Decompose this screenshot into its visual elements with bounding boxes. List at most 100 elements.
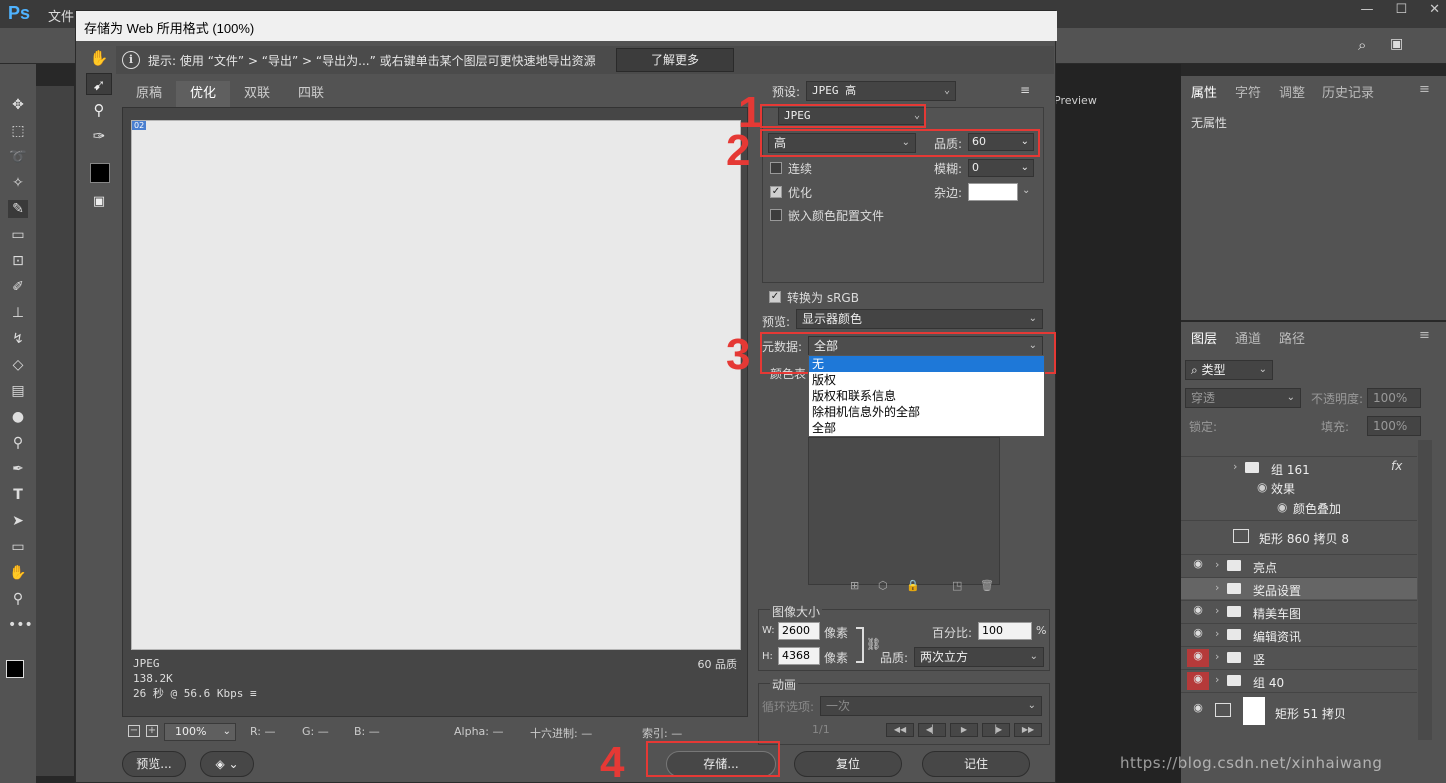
embed-profile-checkbox[interactable]	[770, 209, 782, 221]
loop-select[interactable]: 一次 ⌄	[820, 696, 1042, 716]
layer-effects-row[interactable]: ◉ 效果	[1181, 478, 1417, 498]
slice-select-icon[interactable]: ➹	[86, 73, 112, 95]
eye-icon[interactable]: ◉	[1187, 672, 1209, 690]
menu-file[interactable]: 文件	[48, 6, 74, 25]
layers-scrollbar[interactable]	[1418, 440, 1432, 740]
eye-icon[interactable]: ◉	[1187, 626, 1209, 644]
preset-menu-icon[interactable]: ≡	[1020, 83, 1030, 97]
learn-more-button[interactable]: 了解更多	[616, 48, 734, 72]
percent-input[interactable]: 100	[978, 622, 1032, 640]
chevron-right-icon[interactable]: ›	[1215, 558, 1219, 571]
eye-icon[interactable]: ◉	[1187, 557, 1209, 575]
metadata-option-copyright-contact[interactable]: 版权和联系信息	[809, 388, 1044, 404]
matte-color-swatch[interactable]	[968, 183, 1018, 201]
blur-input[interactable]: 0 ⌄	[968, 159, 1034, 177]
chevron-right-icon[interactable]: ›	[1215, 650, 1219, 663]
first-frame-icon[interactable]: ◀◀	[886, 723, 914, 737]
eye-icon[interactable]: ◉	[1277, 500, 1287, 514]
metadata-option-copyright[interactable]: 版权	[809, 372, 1044, 388]
layer-row[interactable]: ◉ 矩形 51 拷贝	[1181, 692, 1417, 730]
tab-adjustments[interactable]: 调整	[1279, 82, 1305, 101]
tab-history[interactable]: 历史记录	[1322, 82, 1374, 101]
zoom-tool-icon[interactable]: ⚲	[8, 590, 28, 608]
layer-kind-filter[interactable]: ⌕ 类型 ⌄	[1185, 360, 1273, 380]
close-window-button[interactable]: ✕	[1429, 2, 1440, 17]
dodge-tool-icon[interactable]: ⚲	[8, 434, 28, 452]
reset-button[interactable]: 复位	[794, 751, 902, 777]
layer-row[interactable]: ◉ › 精美车图	[1181, 600, 1417, 622]
layer-row[interactable]: ◉ › 亮点	[1181, 554, 1417, 576]
blur-tool-icon[interactable]: ●	[8, 408, 28, 426]
metadata-option-all-except-camera[interactable]: 除相机信息外的全部	[809, 404, 1044, 420]
remember-button[interactable]: 记住	[922, 751, 1030, 777]
zoom-tool-icon[interactable]: ⚲	[86, 99, 112, 121]
tab-properties[interactable]: 属性	[1191, 82, 1217, 101]
optimized-checkbox[interactable]: ✓	[770, 186, 782, 198]
layer-row[interactable]: 矩形 860 拷贝 8	[1181, 520, 1417, 552]
minimize-button[interactable]: —	[1360, 2, 1373, 17]
trash-icon[interactable]: 🗑	[980, 579, 994, 592]
chevron-right-icon[interactable]: ›	[1233, 460, 1237, 473]
type-tool-icon[interactable]: T	[8, 486, 28, 504]
optimized-preview-image[interactable]: 02	[131, 120, 741, 650]
magic-wand-icon[interactable]: ✧	[8, 174, 28, 192]
layer-row[interactable]: ◉ › 组 40	[1181, 669, 1417, 691]
lock-icon[interactable]: 🔒	[906, 579, 920, 592]
history-brush-icon[interactable]: ↯	[8, 330, 28, 348]
tab-4-up[interactable]: 四联	[284, 81, 338, 107]
layer-row[interactable]: ◉ › 编辑资讯	[1181, 623, 1417, 645]
zoom-in-button[interactable]: +	[146, 725, 158, 737]
stamp-tool-icon[interactable]: ⊥	[8, 304, 28, 322]
eye-icon[interactable]: ◉	[1187, 649, 1209, 667]
metadata-option-all[interactable]: 全部	[809, 420, 1044, 436]
fill-input[interactable]: 100%	[1367, 416, 1421, 436]
opacity-input[interactable]: 100%	[1367, 388, 1421, 408]
move-tool-icon[interactable]: ✥	[8, 96, 28, 114]
layer-row[interactable]: › 组 161 fx	[1181, 456, 1417, 478]
eraser-tool-icon[interactable]: ◇	[8, 356, 28, 374]
chevron-right-icon[interactable]: ›	[1215, 581, 1219, 594]
brush-tool-icon[interactable]: ✐	[8, 278, 28, 296]
frame-tool-icon[interactable]: ⊡	[8, 252, 28, 270]
panel-menu-icon[interactable]: ≡	[1419, 328, 1430, 343]
ruler-tool-icon[interactable]: ▭	[8, 226, 28, 244]
blend-mode-select[interactable]: 穿透 ⌄	[1185, 388, 1301, 408]
maximize-button[interactable]: ☐	[1395, 2, 1407, 17]
slice-tool-icon[interactable]: ✎	[8, 200, 28, 218]
hand-tool-icon[interactable]: ✋	[86, 47, 112, 69]
tab-2-up[interactable]: 双联	[230, 81, 284, 107]
web-snap-icon[interactable]: ⊞	[850, 579, 859, 592]
tab-paths[interactable]: 路径	[1279, 328, 1305, 347]
height-input[interactable]: 4368	[778, 647, 820, 665]
progressive-checkbox[interactable]	[770, 162, 782, 174]
last-frame-icon[interactable]: ▶▶	[1014, 723, 1042, 737]
layer-row[interactable]: ◉ › 竖	[1181, 646, 1417, 668]
eye-icon[interactable]: ◉	[1187, 701, 1209, 719]
layer-row[interactable]: › 奖品设置	[1181, 577, 1417, 599]
hand-tool-icon[interactable]: ✋	[8, 564, 28, 582]
chevron-right-icon[interactable]: ›	[1215, 673, 1219, 686]
link-icon[interactable]: ⛓	[866, 637, 881, 651]
convert-srgb-checkbox[interactable]: ✓	[769, 291, 781, 303]
lasso-tool-icon[interactable]: ➰	[8, 148, 28, 166]
preset-select[interactable]: JPEG 高 ⌄	[806, 81, 956, 101]
preview-color-select[interactable]: 显示器颜色 ⌄	[796, 309, 1043, 329]
eye-icon[interactable]: ◉	[1257, 480, 1267, 494]
gradient-tool-icon[interactable]: ▤	[8, 382, 28, 400]
eyedropper-icon[interactable]: ✑	[86, 125, 112, 147]
eye-icon[interactable]: ◉	[1187, 603, 1209, 621]
metadata-option-none[interactable]: 无	[809, 356, 1044, 372]
tab-original[interactable]: 原稿	[122, 81, 176, 107]
new-color-icon[interactable]: ◳	[952, 579, 962, 592]
path-select-icon[interactable]: ➤	[8, 512, 28, 530]
chevron-right-icon[interactable]: ›	[1215, 604, 1219, 617]
more-tools-icon[interactable]: •••	[8, 616, 33, 634]
tab-optimized[interactable]: 优化	[176, 81, 231, 107]
chevron-down-icon[interactable]: ⌄	[1022, 185, 1030, 196]
width-input[interactable]: 2600	[778, 622, 820, 640]
layer-effect-item[interactable]: ◉ 颜色叠加	[1181, 498, 1417, 518]
rectangle-tool-icon[interactable]: ▭	[8, 538, 28, 556]
workspace-icon[interactable]: ▣	[1390, 36, 1403, 52]
eyedropper-color-swatch[interactable]	[90, 163, 110, 183]
preview-in-browser-button[interactable]: 预览...	[122, 751, 186, 777]
